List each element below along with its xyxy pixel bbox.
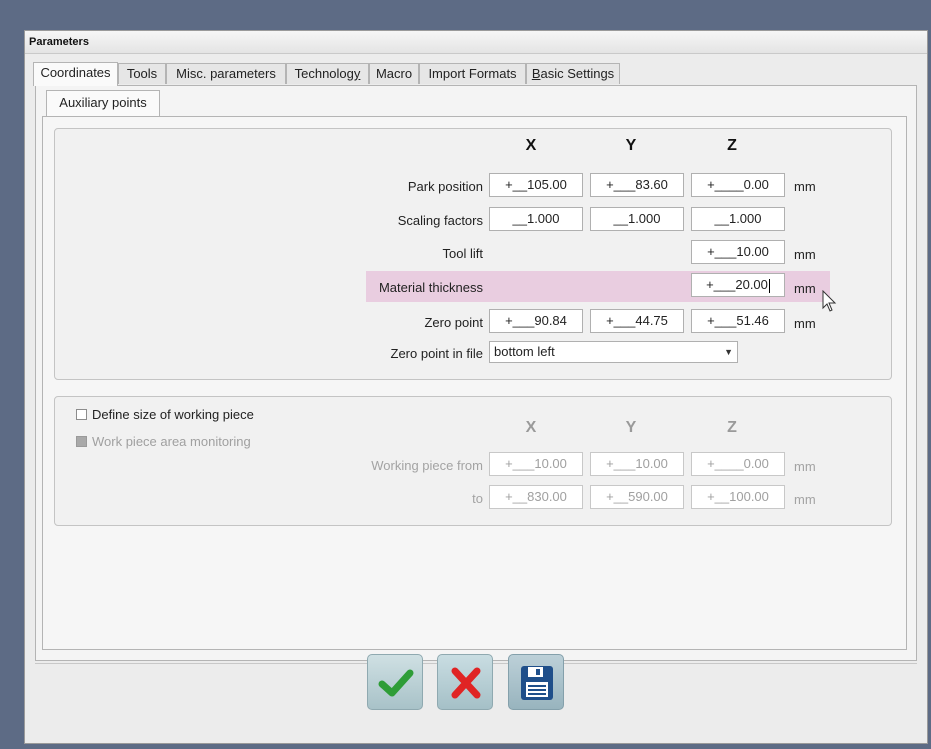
tab-macro[interactable]: Macro <box>369 63 419 84</box>
floppy-disk-icon <box>521 666 553 700</box>
park-position-unit: mm <box>794 179 816 194</box>
wp-axis-label-y: Y <box>625 419 637 436</box>
park-position-z-field[interactable]: +____0.00 <box>691 173 785 197</box>
wp-axis-label-z: Z <box>727 419 737 436</box>
zero-point-in-file-dropdown[interactable]: bottom left ▼ <box>489 341 738 363</box>
cancel-button[interactable] <box>437 654 493 710</box>
checkbox-box <box>76 409 87 420</box>
zero-point-z-field[interactable]: +___51.46 <box>691 309 785 333</box>
axis-label-y: Y <box>625 137 637 154</box>
material-thickness-label: Material thickness <box>378 280 483 295</box>
working-piece-from-y-field[interactable]: +___10.00 <box>590 452 684 476</box>
working-piece-to-unit: mm <box>794 492 816 507</box>
working-piece-from-z-field[interactable]: +____0.00 <box>691 452 785 476</box>
tab-import-formats[interactable]: Import Formats <box>419 63 526 84</box>
tab-coordinates[interactable]: Coordinates <box>33 62 118 86</box>
zero-point-in-file-value: bottom left <box>494 344 555 359</box>
zero-point-in-file-label: Zero point in file <box>390 346 484 361</box>
scaling-factors-x-field[interactable]: __1.000 <box>489 207 583 231</box>
working-piece-to-label: to <box>472 491 483 506</box>
zero-point-x-field[interactable]: +___90.84 <box>489 309 583 333</box>
area-monitoring-checkbox[interactable]: Work piece area monitoring <box>76 434 251 449</box>
material-thickness-unit: mm <box>794 281 816 296</box>
text-caret <box>768 278 770 293</box>
tool-lift-label: Tool lift <box>442 246 483 261</box>
title-bar[interactable]: Parameters <box>25 31 927 54</box>
tool-lift-unit: mm <box>794 247 816 262</box>
area-monitoring-label: Work piece area monitoring <box>92 434 251 449</box>
park-position-y-field[interactable]: +___83.60 <box>590 173 684 197</box>
subtab-auxiliary-points[interactable]: Auxiliary points <box>46 90 160 116</box>
tab-tools[interactable]: Tools <box>118 63 166 84</box>
material-thickness-value: +___20.00 <box>706 277 768 292</box>
zero-point-y-field[interactable]: +___44.75 <box>590 309 684 333</box>
ok-button[interactable] <box>367 654 423 710</box>
mouse-pointer-icon <box>822 290 837 312</box>
define-size-label: Define size of working piece <box>92 407 254 422</box>
checkbox-box <box>76 436 87 447</box>
x-icon <box>451 667 481 699</box>
tool-lift-z-field[interactable]: +___10.00 <box>691 240 785 264</box>
axis-label-x: X <box>525 137 537 154</box>
working-piece-from-unit: mm <box>794 459 816 474</box>
save-button[interactable] <box>508 654 564 710</box>
working-piece-from-x-field[interactable]: +___10.00 <box>489 452 583 476</box>
working-piece-from-label: Working piece from <box>371 458 483 473</box>
window-title: Parameters <box>29 36 89 48</box>
zero-point-label: Zero point <box>424 315 483 330</box>
working-piece-to-x-field[interactable]: +__830.00 <box>489 485 583 509</box>
working-piece-to-y-field[interactable]: +__590.00 <box>590 485 684 509</box>
scaling-factors-z-field[interactable]: __1.000 <box>691 207 785 231</box>
working-piece-to-z-field[interactable]: +__100.00 <box>691 485 785 509</box>
material-thickness-z-field[interactable]: +___20.00 <box>691 273 785 297</box>
checkmark-icon <box>378 669 414 697</box>
define-size-checkbox[interactable]: Define size of working piece <box>76 407 254 422</box>
scaling-factors-y-field[interactable]: __1.000 <box>590 207 684 231</box>
axis-label-z: Z <box>727 137 737 154</box>
scaling-factors-label: Scaling factors <box>397 213 483 228</box>
chevron-down-icon: ▼ <box>724 347 733 357</box>
tab-technology[interactable]: Technology <box>286 63 369 84</box>
park-position-x-field[interactable]: +__105.00 <box>489 173 583 197</box>
tab-basic-settings[interactable]: Basic Settings <box>526 63 620 84</box>
park-position-label: Park position <box>407 179 483 194</box>
tab-misc-parameters[interactable]: Misc. parameters <box>166 63 286 84</box>
wp-axis-label-x: X <box>525 419 537 436</box>
zero-point-unit: mm <box>794 316 816 331</box>
